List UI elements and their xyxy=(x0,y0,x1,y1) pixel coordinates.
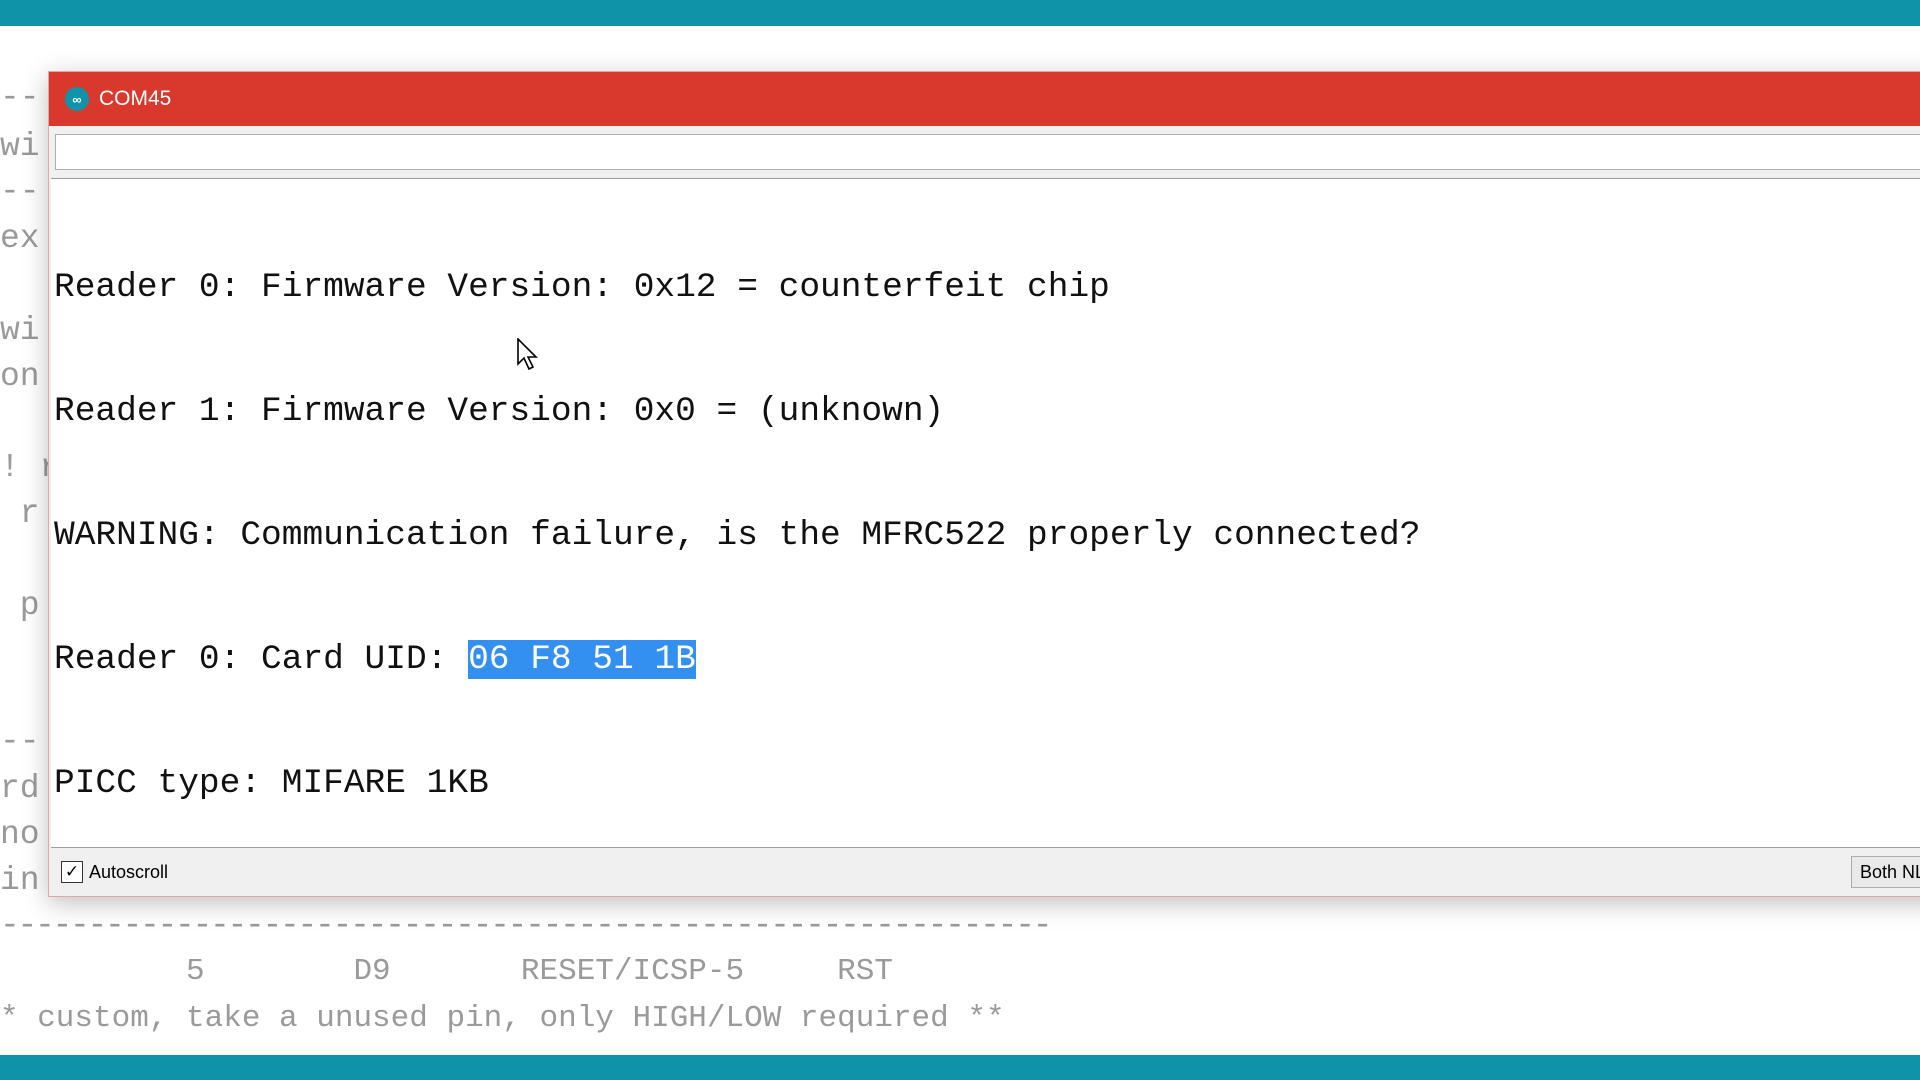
serial-monitor-window: ∞ COM45 Reader 0: Firmware Version: 0x12… xyxy=(48,71,1920,897)
mouse-cursor-icon xyxy=(517,338,538,371)
editor-fragment: on xyxy=(0,358,40,395)
output-line: WARNING: Communication failure, is the M… xyxy=(54,516,1421,555)
title-bar[interactable]: ∞ COM45 xyxy=(49,72,1920,126)
editor-code-line: 5 D9 RESET/ICSP-5 RST xyxy=(0,954,893,989)
output-line: Reader 1: Firmware Version: 0x0 = (unkno… xyxy=(54,392,945,431)
output-text: Reader 0: Card UID: xyxy=(54,640,469,679)
top-frame-bar xyxy=(0,0,1920,26)
serial-output[interactable]: Reader 0: Firmware Version: 0x12 = count… xyxy=(51,178,1920,848)
editor-fragment: in xyxy=(0,862,40,899)
editor-code-line: * custom, take a unused pin, only HIGH/L… xyxy=(0,1001,1005,1036)
serial-input[interactable] xyxy=(55,134,1920,170)
line-ending-select[interactable]: Both NL xyxy=(1851,856,1920,888)
bottom-frame-bar xyxy=(0,1055,1920,1080)
output-line: PICC type: MIFARE 1KB xyxy=(54,764,489,803)
arduino-logo-icon: ∞ xyxy=(65,87,89,111)
editor-fragment: wi xyxy=(0,128,40,165)
status-bar: ✓ Autoscroll Both NL xyxy=(49,848,1920,896)
output-line: Reader 0: Firmware Version: 0x12 = count… xyxy=(54,268,1110,307)
editor-fragment: rd xyxy=(0,770,40,807)
editor-fragment: -- xyxy=(0,723,40,760)
output-line: Reader 0: Card UID: 06 F8 51 1B xyxy=(54,637,1920,683)
editor-fragment: -- xyxy=(0,79,40,116)
autoscroll-checkbox[interactable]: ✓ xyxy=(61,861,83,883)
editor-fragment: wi xyxy=(0,312,40,349)
editor-fragment: -- xyxy=(0,173,40,210)
selected-text[interactable]: 06 F8 51 1B xyxy=(468,640,696,679)
window-title: COM45 xyxy=(99,87,172,110)
editor-fragment: r xyxy=(0,495,40,532)
editor-fragment: no xyxy=(0,816,40,853)
editor-separator-line: ----------------------------------------… xyxy=(0,907,1053,944)
editor-fragment: ex xyxy=(0,220,40,257)
autoscroll-label[interactable]: Autoscroll xyxy=(89,862,168,883)
editor-fragment: p xyxy=(0,587,40,624)
